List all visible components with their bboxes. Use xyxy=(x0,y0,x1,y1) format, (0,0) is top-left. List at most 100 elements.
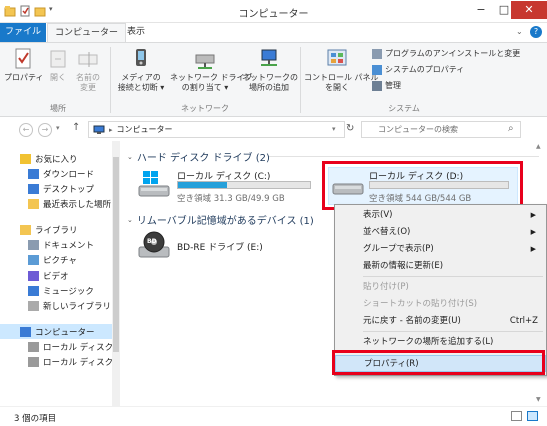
sidebar-item[interactable]: ダウンロード xyxy=(0,166,112,181)
uninstall-icon xyxy=(372,48,382,59)
address-bar[interactable]: ▸ コンピューター xyxy=(88,121,345,138)
new-library-icon xyxy=(28,301,39,312)
tab-computer[interactable]: コンピューター xyxy=(47,23,127,43)
add-network-location-button[interactable]: ネットワークの 場所の追加 xyxy=(242,47,298,93)
sidebar-item-label: お気に入り xyxy=(35,154,78,165)
control-panel-label: コントロール パネル を開く xyxy=(304,73,379,92)
open-icon xyxy=(45,47,71,71)
control-panel-button[interactable]: コントロール パネル を開く xyxy=(304,47,379,93)
item-count: 3 個の項目 xyxy=(14,414,57,424)
bd-icon-label: BD xyxy=(147,238,157,245)
sidebar-item[interactable]: ローカル ディスク (D xyxy=(0,355,119,370)
submenu-arrow-icon: ▶ xyxy=(530,228,536,236)
hdd-group-title: ハード ディスク ドライブ (2) xyxy=(136,153,270,164)
sidebar-item[interactable]: ピクチャ xyxy=(0,253,112,268)
context-menu-item[interactable]: 並べ替え(O) ▶ xyxy=(335,224,546,241)
nav-scrollbar-thumb[interactable] xyxy=(113,157,119,352)
map-network-drive-button[interactable]: ネットワーク ドライブ の割り当て ▾ xyxy=(170,47,253,93)
drive-d-usage-bar xyxy=(369,181,509,189)
context-menu-item[interactable]: 元に戻す - 名前の変更(U) Ctrl+Z xyxy=(335,313,546,330)
menu-separator xyxy=(363,276,543,277)
minimize-button[interactable]: − xyxy=(470,1,492,19)
add-network-location-label: ネットワークの 場所の追加 xyxy=(242,73,298,92)
hard-drive-icon xyxy=(332,183,364,195)
context-menu-item[interactable]: 貼り付け(P) xyxy=(335,279,546,296)
recent-locations-icon[interactable]: ▾ xyxy=(56,124,60,132)
hdd-group-header[interactable]: ⌄ ハード ディスク ドライブ (2) xyxy=(127,149,270,165)
sidebar-item[interactable]: 新しいライブラリ xyxy=(0,299,112,314)
videos-icon xyxy=(28,270,39,281)
sidebar-item[interactable]: ライブラリ xyxy=(0,222,112,237)
bd-drive-tile[interactable]: BD BD-RE ドライブ (E:) xyxy=(137,231,277,261)
uninstall-program-button[interactable]: プログラムのアンインストールと変更 xyxy=(372,48,520,59)
details-view-icon[interactable] xyxy=(511,411,522,421)
menu-item-label: ショートカットの貼り付け(S) xyxy=(363,299,478,309)
ribbon-separator xyxy=(110,47,111,113)
scroll-up-icon[interactable]: ▲ xyxy=(536,143,541,150)
properties-ribbon-button[interactable]: プロパティ xyxy=(4,47,44,83)
sidebar-item-label: デスクトップ xyxy=(43,185,95,196)
sidebar-item[interactable]: ローカル ディスク (C xyxy=(0,339,119,354)
system-properties-button[interactable]: システムのプロパティ xyxy=(372,64,464,75)
music-icon xyxy=(28,285,39,296)
sidebar-item-label: 最近表示した場所 xyxy=(43,200,112,211)
submenu-arrow-icon: ▶ xyxy=(530,245,536,253)
sidebar-item[interactable]: ミュージック xyxy=(0,283,112,298)
drive-c-free-space: 空き領域 31.3 GB/49.9 GB xyxy=(177,194,285,204)
sidebar-item-label: 新しいライブラリ xyxy=(43,302,112,313)
collapse-chevron-icon: ⌄ xyxy=(127,152,133,161)
sidebar-item[interactable]: ビデオ xyxy=(0,268,112,283)
title-bar: ▾ コンピューター − □ ✕ xyxy=(0,0,547,23)
ribbon-expand-icon[interactable]: ⌄ xyxy=(516,27,523,36)
tab-file[interactable]: ファイル xyxy=(0,23,46,42)
open-ribbon-button[interactable]: 開く xyxy=(45,47,71,83)
sidebar-item[interactable]: デスクトップ xyxy=(0,182,112,197)
media-connect-button[interactable]: メディアの 接続と切断 ▾ xyxy=(114,47,168,93)
refresh-button[interactable]: ↻ xyxy=(346,123,354,134)
sidebar-item[interactable]: 最近表示した場所 xyxy=(0,197,112,212)
manage-button[interactable]: 管理 xyxy=(372,80,401,91)
rename-ribbon-button[interactable]: 名前の 変更 xyxy=(73,47,103,93)
context-menu-item[interactable]: ネットワークの場所を追加する(L) xyxy=(335,334,546,351)
large-icons-view-icon[interactable] xyxy=(527,411,538,421)
removable-group-header[interactable]: ⌄ リムーバブル記憶域があるデバイス (1) xyxy=(127,212,314,228)
sidebar-item[interactable]: お気に入り xyxy=(0,151,112,166)
sidebar-item-label: ローカル ディスク (D xyxy=(43,358,120,369)
context-menu-item[interactable]: グループで表示(P) ▶ xyxy=(335,241,546,258)
close-button[interactable]: ✕ xyxy=(511,1,547,19)
back-button[interactable]: ← xyxy=(19,123,33,137)
bd-drive-icon xyxy=(138,231,170,258)
drive-d-tile[interactable]: ローカル ディスク (D:) 空き領域 544 GB/544 GB xyxy=(328,167,518,205)
address-dropdown-icon[interactable]: ▾ xyxy=(332,125,336,133)
sidebar-item-label: ビデオ xyxy=(43,271,69,282)
scroll-down-icon[interactable]: ▼ xyxy=(536,396,541,403)
navigation-bar: ← → ▾ ↑ ▸ コンピューター ▾ ↻ コンピューターの検索 ⌕ xyxy=(0,117,547,141)
sidebar-item[interactable]: コンピューター xyxy=(0,324,112,339)
pictures-icon xyxy=(28,255,39,266)
tab-view[interactable]: 表示 xyxy=(120,23,152,42)
drive-c-tile[interactable]: ローカル ディスク (C:) 空き領域 31.3 GB/49.9 GB xyxy=(137,167,317,204)
menu-item-label: 貼り付け(P) xyxy=(363,282,409,292)
help-icon[interactable]: ? xyxy=(530,26,542,38)
open-label: 開く xyxy=(50,73,66,82)
menu-item-label: 並べ替え(O) xyxy=(363,227,411,237)
sidebar-item[interactable]: ドキュメント xyxy=(0,238,112,253)
window-title: コンピューター xyxy=(238,9,309,20)
search-icon[interactable]: ⌕ xyxy=(508,123,514,134)
menu-item-label: ネットワークの場所を追加する(L) xyxy=(363,337,494,347)
map-network-drive-label: ネットワーク ドライブ の割り当て ▾ xyxy=(170,73,253,92)
sidebar-item-label: ピクチャ xyxy=(43,256,77,267)
up-button[interactable]: ↑ xyxy=(72,122,80,133)
computer-icon xyxy=(93,125,105,134)
search-input[interactable]: コンピューターの検索 xyxy=(361,121,521,138)
sidebar-item-label: ダウンロード xyxy=(43,169,95,180)
library-icon xyxy=(20,224,31,235)
context-menu-item[interactable]: ショートカットの貼り付け(S) xyxy=(335,296,546,313)
drive-c-usage-bar xyxy=(177,181,311,189)
properties-label: プロパティ xyxy=(4,73,44,82)
menu-item-label: グループで表示(P) xyxy=(363,244,434,254)
context-menu-item[interactable]: 表示(V) ▶ xyxy=(335,207,546,224)
menu-item-label: 元に戻す - 名前の変更(U) xyxy=(363,316,461,326)
forward-button[interactable]: → xyxy=(38,123,52,137)
context-menu-item[interactable]: 最新の情報に更新(E) xyxy=(335,258,546,275)
